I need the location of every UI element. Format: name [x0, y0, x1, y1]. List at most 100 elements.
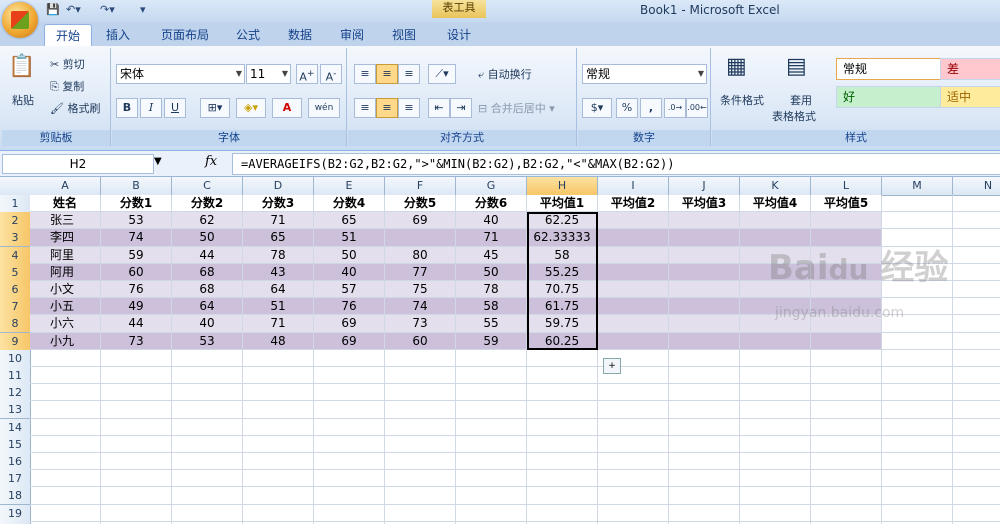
cell-b17[interactable]	[101, 470, 172, 488]
cell-i9[interactable]	[598, 332, 669, 350]
cell-m11[interactable]	[882, 367, 953, 385]
cell-e2[interactable]: 65	[314, 212, 385, 230]
cell-e18[interactable]	[314, 487, 385, 505]
cell-i18[interactable]	[598, 487, 669, 505]
cell-j19[interactable]	[669, 504, 740, 522]
cell-k18[interactable]	[740, 487, 811, 505]
cell-b16[interactable]	[101, 453, 172, 471]
conditional-format-button[interactable]: 条件格式	[720, 92, 764, 108]
cell-h3[interactable]: 62.33333	[527, 229, 598, 247]
font-name-combo[interactable]: 宋体 ▼	[116, 64, 245, 84]
cell-h14[interactable]	[527, 418, 598, 436]
row-header-19[interactable]: 19	[0, 504, 31, 523]
cell-e19[interactable]	[314, 504, 385, 522]
column-header-k[interactable]: K	[740, 177, 811, 196]
cell-n1[interactable]	[953, 195, 1000, 213]
cell-f14[interactable]	[385, 418, 456, 436]
cell-e11[interactable]	[314, 367, 385, 385]
row-header-8[interactable]: 8	[0, 315, 31, 334]
grow-font-button[interactable]: A+	[296, 64, 318, 84]
cell-i14[interactable]	[598, 418, 669, 436]
style-good[interactable]: 好	[836, 86, 944, 108]
conditional-format-icon[interactable]: ▦	[726, 54, 747, 79]
cell-i13[interactable]	[598, 401, 669, 419]
cell-k10[interactable]	[740, 349, 811, 367]
cell-a2[interactable]: 张三	[30, 212, 101, 230]
table-format-line1[interactable]: 套用	[790, 92, 812, 108]
cell-m9[interactable]	[882, 332, 953, 350]
cell-l16[interactable]	[811, 453, 882, 471]
cell-a16[interactable]	[30, 453, 101, 471]
cell-c11[interactable]	[172, 367, 243, 385]
fill-color-button[interactable]: ◈▾	[236, 98, 266, 118]
office-button[interactable]	[2, 2, 38, 38]
cell-g11[interactable]	[456, 367, 527, 385]
cell-n14[interactable]	[953, 419, 1000, 436]
style-bad[interactable]: 差	[940, 58, 1000, 80]
cell-n3[interactable]	[953, 229, 1000, 247]
cell-e12[interactable]	[314, 384, 385, 402]
cell-a3[interactable]: 李四	[30, 229, 101, 247]
cell-g19[interactable]	[456, 504, 527, 522]
cell-g5[interactable]: 50	[456, 263, 527, 281]
cell-a6[interactable]: 小文	[30, 281, 101, 299]
cell-l13[interactable]	[811, 401, 882, 419]
cell-h10[interactable]	[527, 349, 598, 367]
cell-j10[interactable]	[669, 349, 740, 367]
cell-g2[interactable]: 40	[456, 212, 527, 230]
cell-a5[interactable]: 阿用	[30, 263, 101, 281]
cell-d3[interactable]: 65	[243, 229, 314, 247]
cell-h12[interactable]	[527, 384, 598, 402]
cell-b8[interactable]: 44	[101, 315, 172, 333]
row-header-1[interactable]: 1	[0, 195, 31, 213]
column-header-n[interactable]: N	[953, 177, 1000, 196]
tab-home[interactable]: 开始	[44, 24, 92, 47]
cell-d19[interactable]	[243, 504, 314, 522]
cell-f15[interactable]	[385, 435, 456, 453]
cell-j18[interactable]	[669, 487, 740, 505]
align-middle-icon[interactable]: ≡	[376, 64, 398, 84]
cell-e14[interactable]	[314, 418, 385, 436]
cell-g6[interactable]: 78	[456, 281, 527, 299]
tab-page-layout[interactable]: 页面布局	[150, 24, 220, 46]
worksheet-grid[interactable]: A B C D E F G H I J K L M N 1 姓名 分数1 分数2 分数3 分数4 分数5 分数6 平均值1 平…	[0, 177, 1000, 524]
cell-b14[interactable]	[101, 418, 172, 436]
cell-g15[interactable]	[456, 435, 527, 453]
redo-icon[interactable]: ↷▾	[100, 3, 115, 19]
cell-f18[interactable]	[385, 487, 456, 505]
cell-h5[interactable]: 55.25	[527, 263, 598, 281]
cell-c5[interactable]: 68	[172, 263, 243, 281]
cell-g3[interactable]: 71	[456, 229, 527, 247]
cell-d14[interactable]	[243, 418, 314, 436]
cell-d5[interactable]: 43	[243, 263, 314, 281]
cell-l2[interactable]	[811, 212, 882, 230]
cell-e9[interactable]: 69	[314, 332, 385, 350]
border-button[interactable]: ⊞▾	[200, 98, 230, 118]
cell-f11[interactable]	[385, 367, 456, 385]
cell-a12[interactable]	[30, 384, 101, 402]
formula-input[interactable]: =AVERAGEIFS(B2:G2,B2:G2,">"&MIN(B2:G2),B…	[232, 153, 1000, 175]
cell-m13[interactable]	[882, 401, 953, 419]
cell-f4[interactable]: 80	[385, 246, 456, 264]
cell-l14[interactable]	[811, 418, 882, 436]
cell-f9[interactable]: 60	[385, 332, 456, 350]
cell-h7[interactable]: 61.75	[527, 298, 598, 316]
cell-h19[interactable]	[527, 504, 598, 522]
cell-i2[interactable]	[598, 212, 669, 230]
cell-i4[interactable]	[598, 246, 669, 264]
cell-h2[interactable]: 62.25	[527, 212, 598, 230]
cell-f6[interactable]: 75	[385, 281, 456, 299]
tab-insert[interactable]: 插入	[96, 24, 140, 46]
cell-b18[interactable]	[101, 487, 172, 505]
cell-a17[interactable]	[30, 470, 101, 488]
cell-a10[interactable]	[30, 349, 101, 367]
cell-b19[interactable]	[101, 504, 172, 522]
cell-f16[interactable]	[385, 453, 456, 471]
row-header-16[interactable]: 16	[0, 453, 31, 471]
cell-h8[interactable]: 59.75	[527, 315, 598, 333]
cell-j2[interactable]	[669, 212, 740, 230]
cell-g10[interactable]	[456, 349, 527, 367]
cell-k1[interactable]: 平均值4	[740, 195, 811, 213]
cell-b10[interactable]	[101, 349, 172, 367]
cell-b2[interactable]: 53	[101, 212, 172, 230]
